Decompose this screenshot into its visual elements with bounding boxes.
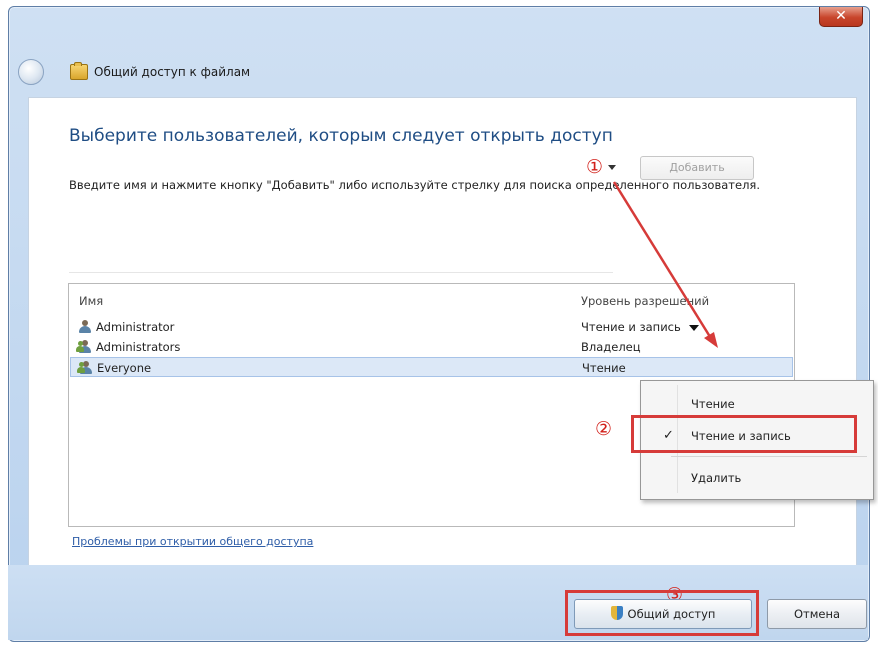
page-heading: Выберите пользователей, которым следует … (69, 126, 613, 146)
list-row-administrators[interactable]: Administrators Владелец (70, 337, 793, 357)
annotation-highlight-share (565, 590, 759, 636)
add-button[interactable]: Добавить (640, 156, 754, 180)
user-search-dropdown-icon[interactable] (608, 165, 616, 170)
folder-icon (70, 62, 88, 80)
group-icon (76, 340, 92, 354)
user-name: Administrators (96, 340, 181, 354)
menu-item-remove[interactable]: Удалить (641, 467, 873, 489)
menu-item-label: Удалить (691, 471, 742, 485)
column-header-name[interactable]: Имя (79, 294, 103, 308)
close-button[interactable]: ✕ (819, 7, 863, 27)
window-title: Общий доступ к файлам (94, 65, 251, 79)
user-icon (78, 320, 92, 334)
annotation-highlight-menu (631, 415, 857, 453)
list-row-everyone[interactable]: Everyone Чтение (70, 357, 793, 377)
group-icon (77, 361, 93, 375)
menu-item-read[interactable]: Чтение (641, 393, 873, 415)
permission-level[interactable]: Чтение и запись (581, 317, 699, 337)
list-row-administrator[interactable]: Administrator Чтение и запись (70, 317, 793, 337)
permission-level[interactable]: Чтение (582, 358, 626, 378)
permission-level[interactable]: Владелец (581, 337, 641, 357)
menu-item-label: Чтение (691, 397, 735, 411)
title-bar: Общий доступ к файлам (70, 62, 251, 80)
annotation-step-2: ② (595, 418, 613, 440)
user-name-input[interactable] (69, 248, 613, 273)
dropdown-arrow-icon[interactable] (688, 324, 699, 331)
cancel-button[interactable]: Отмена (767, 599, 867, 629)
column-header-level[interactable]: Уровень разрешений (581, 294, 709, 308)
user-name: Everyone (97, 361, 152, 375)
annotation-step-1: ① (586, 156, 604, 178)
menu-separator (671, 456, 867, 457)
user-input-row (69, 248, 791, 273)
sharing-problems-link[interactable]: Проблемы при открытии общего доступа (72, 535, 313, 548)
user-name: Administrator (96, 320, 175, 334)
back-button[interactable] (18, 59, 44, 85)
permission-level-text: Чтение и запись (581, 320, 681, 334)
